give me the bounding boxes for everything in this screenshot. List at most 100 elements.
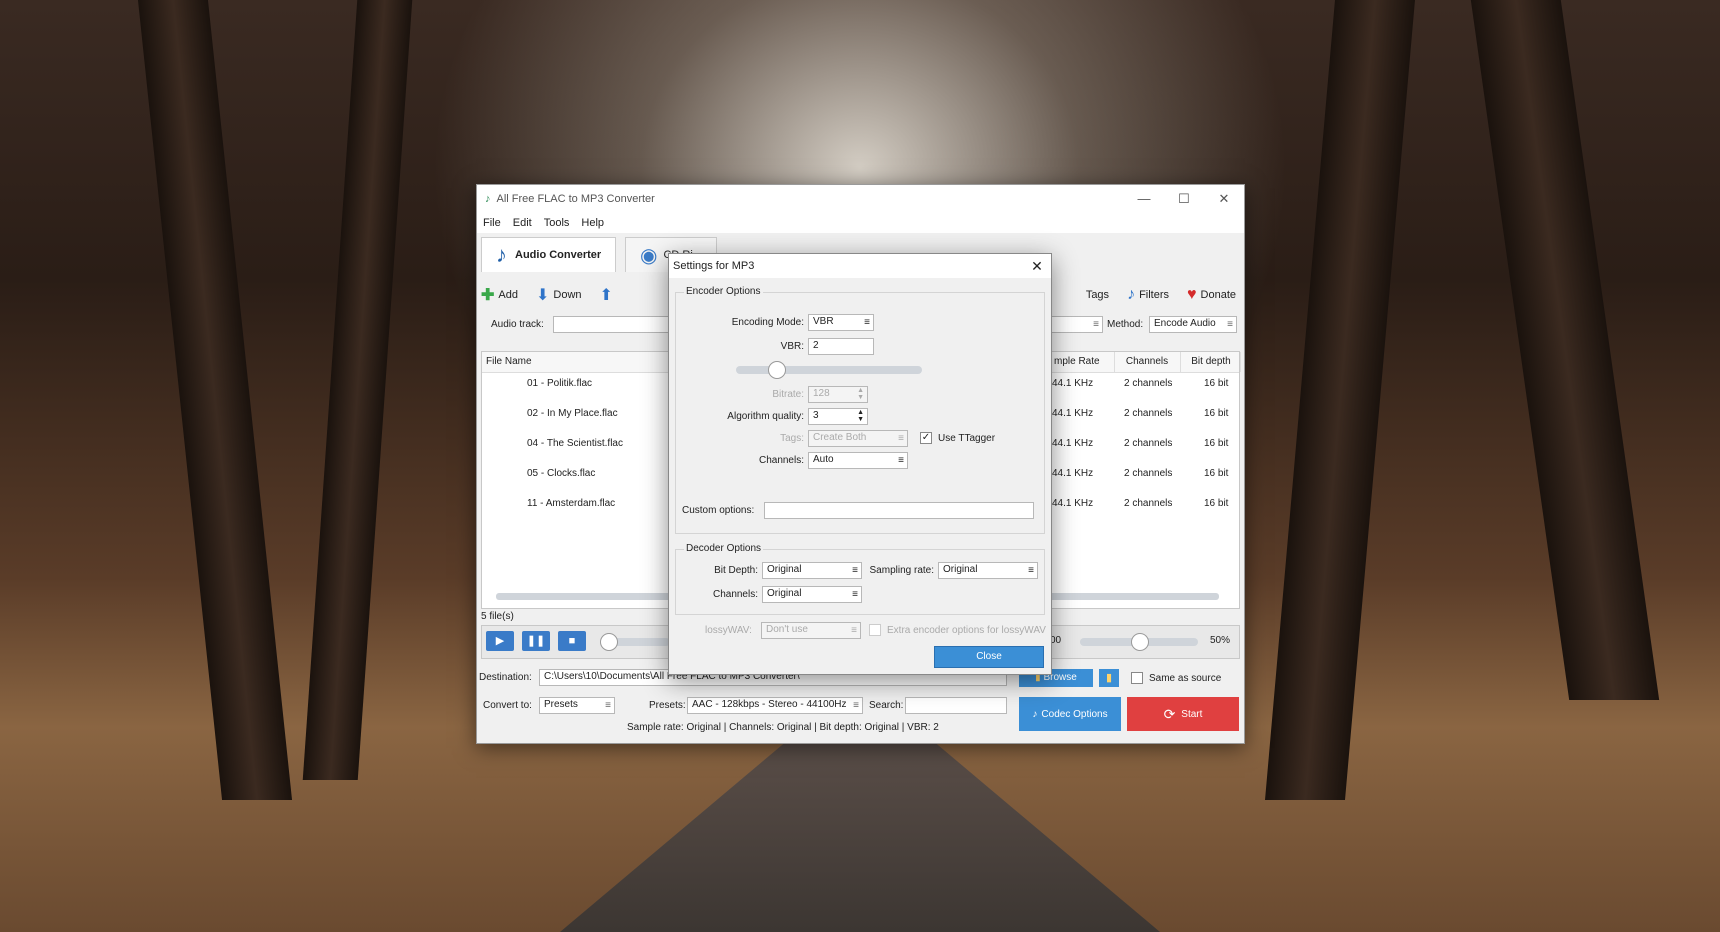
channels-cell: 2 channels [1124,468,1173,479]
close-button[interactable]: ✕ [1204,191,1244,207]
sample-rate-cell: 44.1 KHz [1052,498,1094,509]
presets-combo[interactable]: AAC - 128kbps - Stereo - 44100Hz ≡ [687,697,863,714]
menu-icon: ≡ [853,700,859,711]
col-sample-rate[interactable]: mple Rate [1050,352,1115,372]
cd-icon: ◉ [640,244,658,267]
menu-icon: ≡ [898,433,904,444]
menu-help[interactable]: Help [581,217,604,229]
lossywav-combo: Don't use ≡ [761,622,861,639]
same-as-source-checkbox[interactable] [1131,672,1143,684]
convert-to-combo[interactable]: Presets ≡ [539,697,615,714]
seek-knob[interactable] [600,633,618,651]
extra-options-checkbox [869,624,881,636]
right-combo[interactable]: ≡ [1051,316,1103,333]
arrow-down-icon: ⬇ [535,287,550,304]
convert-to-label: Convert to: [483,700,532,711]
sampling-rate-combo[interactable]: Original ≡ [938,562,1038,579]
lossywav-label: lossyWAV: [705,625,752,636]
move-down-button[interactable]: ⬇ Down [536,285,582,305]
menu-file[interactable]: File [483,217,501,229]
open-folder-icon[interactable]: ▮ [1099,669,1119,687]
file-name-cell: 01 - Politik.flac [527,378,593,389]
search-input[interactable] [905,697,1007,714]
decoder-group-label: Decoder Options [684,543,764,554]
decoder-channels-combo[interactable]: Original ≡ [762,586,862,603]
file-name-cell: 05 - Clocks.flac [527,468,596,479]
use-ttagger-label: Use TTagger [938,433,996,444]
custom-options-input[interactable] [764,502,1034,519]
menu-edit[interactable]: Edit [513,217,532,229]
channels-cell: 2 channels [1124,378,1173,389]
app-icon: ♪ [485,193,491,205]
codec-icon: ♪ [1032,708,1038,720]
encoding-mode-combo[interactable]: VBR ≡ [808,314,874,331]
encoder-group-label: Encoder Options [684,286,763,297]
col-file-name[interactable]: File Name [482,352,677,372]
channels-cell: 2 channels [1124,498,1173,509]
sample-rate-cell: 44.1 KHz [1052,438,1094,449]
audio-track-combo[interactable] [553,316,673,333]
channels-combo[interactable]: Auto ≡ [808,452,908,469]
audio-track-label: Audio track: [491,319,544,330]
menu-icon: ≡ [852,565,858,576]
minimize-button[interactable]: — [1124,191,1164,207]
menu-icon: ≡ [898,455,904,466]
arrow-up-icon: ⬆ [599,287,613,304]
donate-button[interactable]: ♥ Donate [1187,286,1236,304]
presets-label: Presets: [649,700,686,711]
algorithm-quality-input[interactable]: 3 ▲ ▼ [808,408,868,425]
channels-cell: 2 channels [1124,408,1173,419]
menu-tools[interactable]: Tools [544,217,570,229]
menu-icon: ≡ [864,317,870,328]
custom-options-label: Custom options: [682,505,755,516]
method-combo[interactable]: Encode Audio ≡ [1149,316,1237,333]
encoder-options-group: Encoder Options Encoding Mode: VBR ≡ VBR:… [675,286,1045,534]
bit-depth-combo[interactable]: Original ≡ [762,562,862,579]
maximize-button[interactable]: ☐ [1164,191,1204,207]
menu-icon: ≡ [852,589,858,600]
menu-icon: ≡ [1093,319,1099,330]
stop-icon[interactable]: ■ [558,631,586,651]
col-channels[interactable]: Channels [1114,352,1181,372]
window-title: All Free FLAC to MP3 Converter [496,193,655,205]
codec-options-button[interactable]: ♪ Codec Options [1019,697,1121,731]
filters-button[interactable]: ♪ Filters [1127,286,1169,304]
file-name-cell: 11 - Amsterdam.flac [527,498,616,509]
use-ttagger-checkbox[interactable]: ✓ [920,432,932,444]
pause-icon[interactable]: ❚❚ [522,631,550,651]
tags-button[interactable]: Tags [1086,286,1109,304]
file-name-cell: 02 - In My Place.flac [527,408,618,419]
menu-icon: ≡ [851,625,857,636]
dialog-close-button[interactable]: Close [934,646,1044,668]
menu-bar: File Edit Tools Help [477,213,1244,233]
channels-cell: 2 channels [1124,438,1173,449]
vbr-slider[interactable] [736,366,922,374]
vbr-input[interactable]: 2 [808,338,874,355]
move-up-button[interactable]: ⬆ [600,285,617,305]
spinner-icon: ▲ ▼ [857,387,864,401]
menu-icon: ≡ [1227,319,1233,330]
start-button[interactable]: ⟳ Start [1127,697,1239,731]
bit-depth-label: Bit Depth: [714,565,758,576]
filter-note-icon: ♪ [1127,286,1136,303]
channels-label: Channels: [758,455,804,466]
search-label: Search: [869,700,904,711]
volume-knob[interactable] [1131,633,1149,651]
spinner-icon[interactable]: ▲ ▼ [857,409,864,423]
add-button[interactable]: ✚ Add [481,285,518,305]
col-bit-depth[interactable]: Bit depth [1182,352,1241,372]
tab-audio-converter[interactable]: ♪ Audio Converter [481,237,617,272]
dialog-close-icon[interactable]: ✕ [1023,258,1051,275]
bit-depth-cell: 16 bit [1204,438,1229,449]
menu-icon: ≡ [1028,565,1034,576]
music-note-icon: ♪ [496,242,507,267]
tags-label: Tags: [780,433,804,444]
bit-depth-cell: 16 bit [1204,378,1229,389]
refresh-icon: ⟳ [1163,705,1176,722]
play-icon[interactable]: ▶ [486,631,514,651]
sample-rate-cell: 44.1 KHz [1052,408,1094,419]
vbr-knob[interactable] [768,361,786,379]
heart-icon: ♥ [1187,286,1197,303]
bit-depth-cell: 16 bit [1204,498,1229,509]
algorithm-quality-label: Algorithm quality: [727,411,804,422]
